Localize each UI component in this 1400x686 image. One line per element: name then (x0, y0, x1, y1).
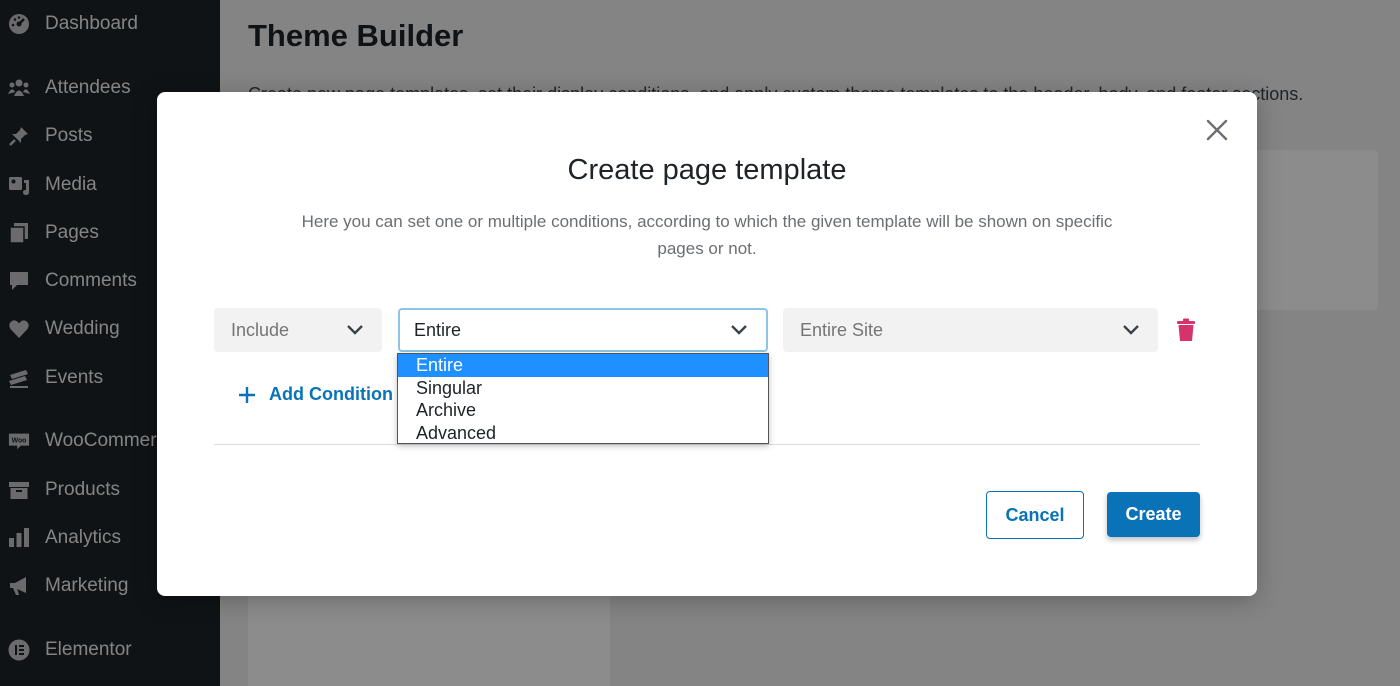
condition-target-select[interactable]: Entire Site (783, 308, 1158, 352)
plus-icon (239, 386, 255, 403)
condition-type-value: Entire (414, 319, 462, 340)
add-condition-label: Add Condition (269, 384, 393, 404)
add-condition-button[interactable]: Add Condition (237, 384, 393, 405)
close-icon[interactable] (1203, 116, 1231, 144)
dropdown-option-advanced[interactable]: Advanced (398, 422, 768, 445)
dropdown-option-archive[interactable]: Archive (398, 399, 768, 422)
divider (214, 444, 1200, 445)
include-select[interactable]: Include (214, 308, 382, 352)
condition-type-select[interactable]: Entire (398, 308, 768, 352)
trash-icon[interactable] (1176, 318, 1196, 342)
modal-description: Here you can set one or multiple conditi… (301, 212, 1113, 258)
chevron-down-icon (731, 325, 747, 335)
condition-target-value: Entire Site (800, 319, 884, 340)
dropdown-option-singular[interactable]: Singular (398, 377, 768, 400)
condition-type-dropdown: Entire Singular Archive Advanced (397, 353, 769, 444)
create-template-modal: Create page template Here you can set on… (157, 92, 1257, 596)
create-button[interactable]: Create (1107, 492, 1200, 537)
include-select-value: Include (231, 319, 290, 340)
chevron-down-icon (347, 325, 363, 335)
modal-title: Create page template (567, 154, 847, 186)
dropdown-option-entire[interactable]: Entire (398, 354, 768, 377)
cancel-button[interactable]: Cancel (986, 491, 1084, 539)
chevron-down-icon (1123, 325, 1139, 335)
